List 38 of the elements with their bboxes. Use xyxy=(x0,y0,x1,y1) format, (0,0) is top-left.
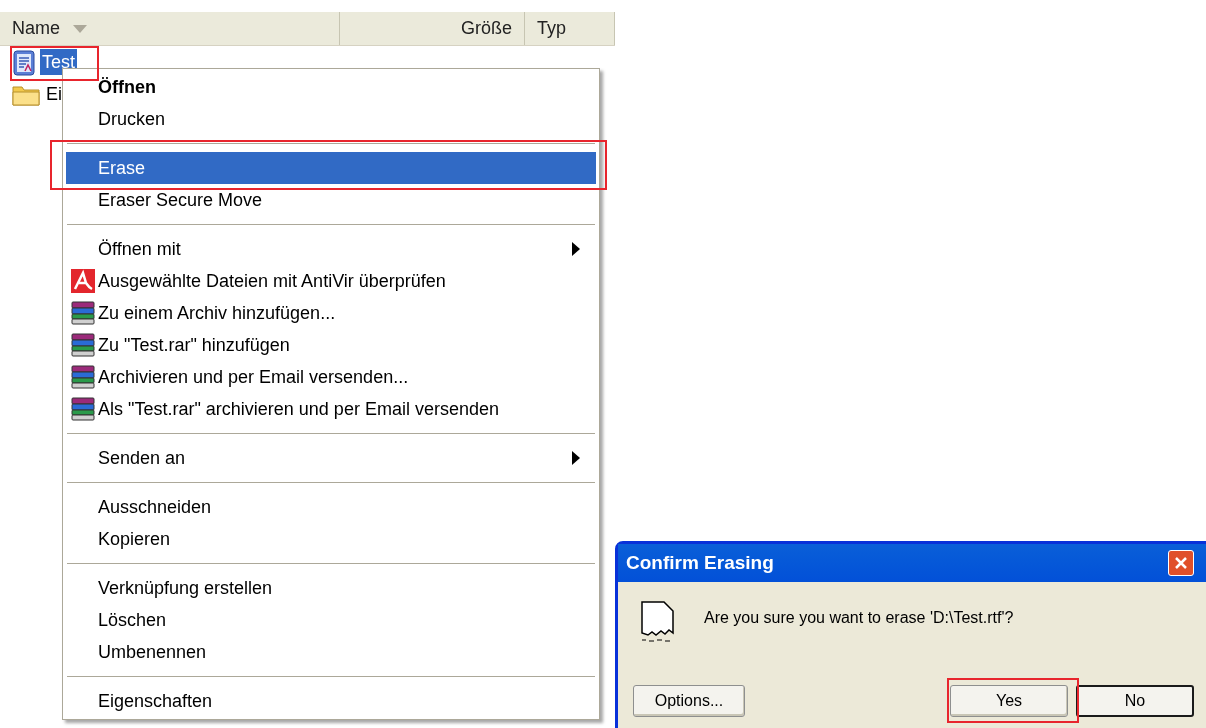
books-icon xyxy=(70,300,96,326)
shredded-page-icon xyxy=(640,600,676,644)
menu-item[interactable]: Öffnen mit xyxy=(66,233,596,265)
antivirus-icon xyxy=(70,268,96,294)
menu-item[interactable]: Eraser Secure Move xyxy=(66,184,596,216)
dialog-button[interactable]: No xyxy=(1076,685,1194,717)
menu-item[interactable]: Zu einem Archiv hinzufügen... xyxy=(66,297,596,329)
dialog-message: Are you sure you want to erase 'D:\Test.rtf'? xyxy=(704,608,1014,628)
sort-arrow-icon xyxy=(72,23,88,34)
column-header[interactable]: Typ xyxy=(525,12,615,45)
window-title: Confirm Erasing xyxy=(626,550,774,575)
books-icon xyxy=(70,332,96,358)
menu-item[interactable]: Archivieren und per Email versenden... xyxy=(66,361,596,393)
menu-item[interactable]: Löschen xyxy=(66,604,596,636)
submenu-arrow-icon xyxy=(572,451,580,465)
menu-item[interactable]: Ausgewählte Dateien mit AntiVir überprüfen xyxy=(66,265,596,297)
menu-item[interactable]: Umbenennen xyxy=(66,636,596,668)
books-icon xyxy=(70,364,96,390)
dialog-button[interactable]: Options... xyxy=(633,685,745,717)
books-icon xyxy=(70,396,96,422)
file-name[interactable]: Ei xyxy=(44,81,64,107)
column-header[interactable]: Größe xyxy=(340,12,525,45)
menu-item[interactable]: Drucken xyxy=(66,103,596,135)
menu-item[interactable]: Erase xyxy=(66,152,596,184)
menu-item[interactable]: Verknüpfung erstellen xyxy=(66,572,596,604)
menu-item[interactable]: Kopieren xyxy=(66,523,596,555)
close-button[interactable] xyxy=(1168,550,1194,576)
menu-item[interactable]: Zu "Test.rar" hinzufügen xyxy=(66,329,596,361)
submenu-arrow-icon xyxy=(572,242,580,256)
dialog-button[interactable]: Yes xyxy=(950,685,1068,717)
menu-item[interactable]: Senden an xyxy=(66,442,596,474)
menu-item[interactable]: Ausschneiden xyxy=(66,491,596,523)
file-name[interactable]: Test xyxy=(40,49,77,75)
menu-item[interactable]: Als "Test.rar" archivieren und per Email versenden xyxy=(66,393,596,425)
menu-item[interactable]: Eigenschaften xyxy=(66,685,596,717)
close-icon xyxy=(1174,556,1188,570)
document-icon xyxy=(12,48,36,76)
column-header[interactable]: Name xyxy=(0,12,340,45)
